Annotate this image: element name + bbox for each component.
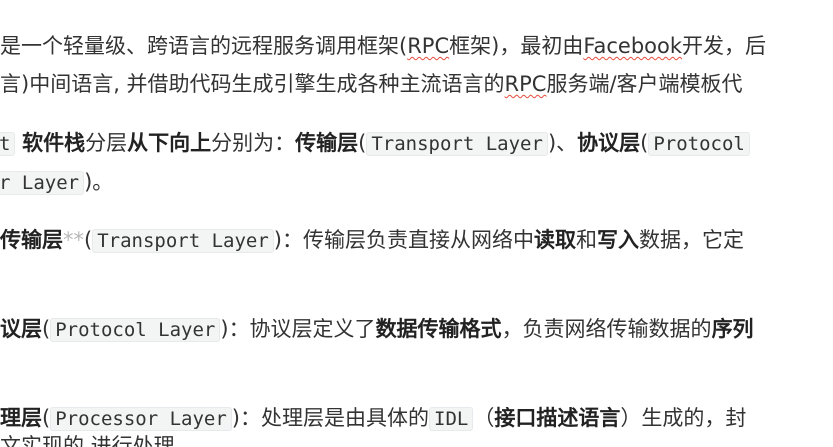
paren: ( bbox=[42, 406, 51, 430]
bold-protocol-layer-heading: 议层 bbox=[0, 317, 42, 341]
bold-idl-desc: 接口描述语言 bbox=[494, 406, 621, 430]
stack-text: )。 bbox=[84, 170, 114, 194]
intro-text: 框架)，最初由 bbox=[449, 34, 584, 58]
inline-code-transport-layer: Transport Layer bbox=[366, 132, 548, 156]
document-viewport: { "doc": { "p1": { "l1a": "是一个轻量级、跨语言的远程… bbox=[0, 0, 833, 447]
stack-text: 分别为： bbox=[211, 131, 296, 155]
paragraph-protocol-layer: 议层(Protocol Layer)：协议层定义了数据传输格式，负责网络传输数据… bbox=[0, 314, 754, 345]
inline-code-idl: IDL bbox=[429, 407, 474, 431]
paragraph-intro-line-2: 言)中间语言, 并借助代码生成引擎生成各种主流语言的RPC服务端/客户端模板代 bbox=[0, 69, 743, 99]
processor-desc: ：处理层是由具体的 bbox=[240, 406, 429, 430]
bold-protocol-layer: 协议层 bbox=[577, 131, 641, 155]
protocol-desc: ：协议层定义了 bbox=[228, 317, 376, 341]
intro-text: 是一个轻量级、跨语言的远程服务调用框架( bbox=[0, 34, 408, 58]
inline-code-protocol: Protocol bbox=[648, 132, 750, 156]
bold-data-format: 数据传输格式 bbox=[375, 317, 502, 341]
bold-read: 读取 bbox=[534, 228, 576, 252]
processor-desc: （ bbox=[473, 406, 495, 430]
bold-write: 写入 bbox=[597, 228, 639, 252]
rpc-term: RPC bbox=[407, 34, 450, 58]
paragraph-intro-line-1: 是一个轻量级、跨语言的远程服务调用框架(RPC框架)，最初由Facebook开发… bbox=[0, 31, 766, 61]
stack-text: 分层 bbox=[85, 131, 128, 155]
inline-code-processor-layer: Processor Layer bbox=[50, 407, 232, 431]
protocol-desc: ，负责网络传输数据的 bbox=[501, 317, 712, 341]
transport-desc: 数据，它定 bbox=[639, 228, 744, 252]
bold-serialization: 序列 bbox=[711, 317, 754, 341]
separator: )、 bbox=[547, 131, 578, 155]
paragraph-processor-layer: 理层(Processor Layer)：处理层是由具体的 IDL （接口描述语言）生… bbox=[0, 403, 746, 434]
bold-processor-layer-heading: 理层 bbox=[0, 406, 42, 430]
paragraph-stack-line-1: t 软件栈分层从下向上分别为：传输层(Transport Layer)、协议层(… bbox=[0, 128, 750, 159]
inline-code-transport-layer: Transport Layer bbox=[92, 229, 274, 253]
intro-text: 开发，后 bbox=[682, 34, 767, 58]
intro-text: 服务端/客户端模板代 bbox=[546, 72, 743, 96]
paren: ) bbox=[231, 406, 240, 430]
inline-code-protocol-layer: Protocol Layer bbox=[50, 318, 221, 342]
intro-text: 言)中间语言, 并借助代码生成引擎生成各种主流语言的 bbox=[0, 72, 505, 96]
paren: ) bbox=[220, 317, 229, 341]
inline-code-layer: r Layer bbox=[0, 171, 85, 195]
paren: ( bbox=[42, 317, 51, 341]
bold-bottom-up: 从下向上 bbox=[127, 131, 212, 155]
transport-desc: ：传输层负责直接从网络中 bbox=[282, 228, 534, 252]
facebook-term: Facebook bbox=[583, 34, 683, 58]
markdown-stars: ** bbox=[63, 228, 84, 252]
paragraph-transport-layer: 传输层**(Transport Layer)：传输层负责直接从网络中读取和写入数… bbox=[0, 225, 744, 256]
paragraph-processor-cutoff: 文实现的 进行处理 bbox=[0, 433, 175, 447]
paragraph-stack-line-2: r Layer)。 bbox=[0, 167, 113, 198]
paren: ( bbox=[84, 228, 93, 252]
inline-code: t bbox=[0, 132, 16, 156]
bold-software-stack: 软件栈 bbox=[22, 131, 86, 155]
bold-transport-layer: 传输层 bbox=[295, 131, 359, 155]
processor-cutoff-text: 文实现的 进行处理 bbox=[0, 434, 175, 447]
processor-desc: ）生成的，封 bbox=[620, 406, 747, 430]
bold-transport-layer-heading: 传输层 bbox=[0, 228, 63, 252]
transport-desc: 和 bbox=[576, 228, 597, 252]
paren: ) bbox=[273, 228, 282, 252]
rpc-term: RPC bbox=[504, 72, 547, 96]
